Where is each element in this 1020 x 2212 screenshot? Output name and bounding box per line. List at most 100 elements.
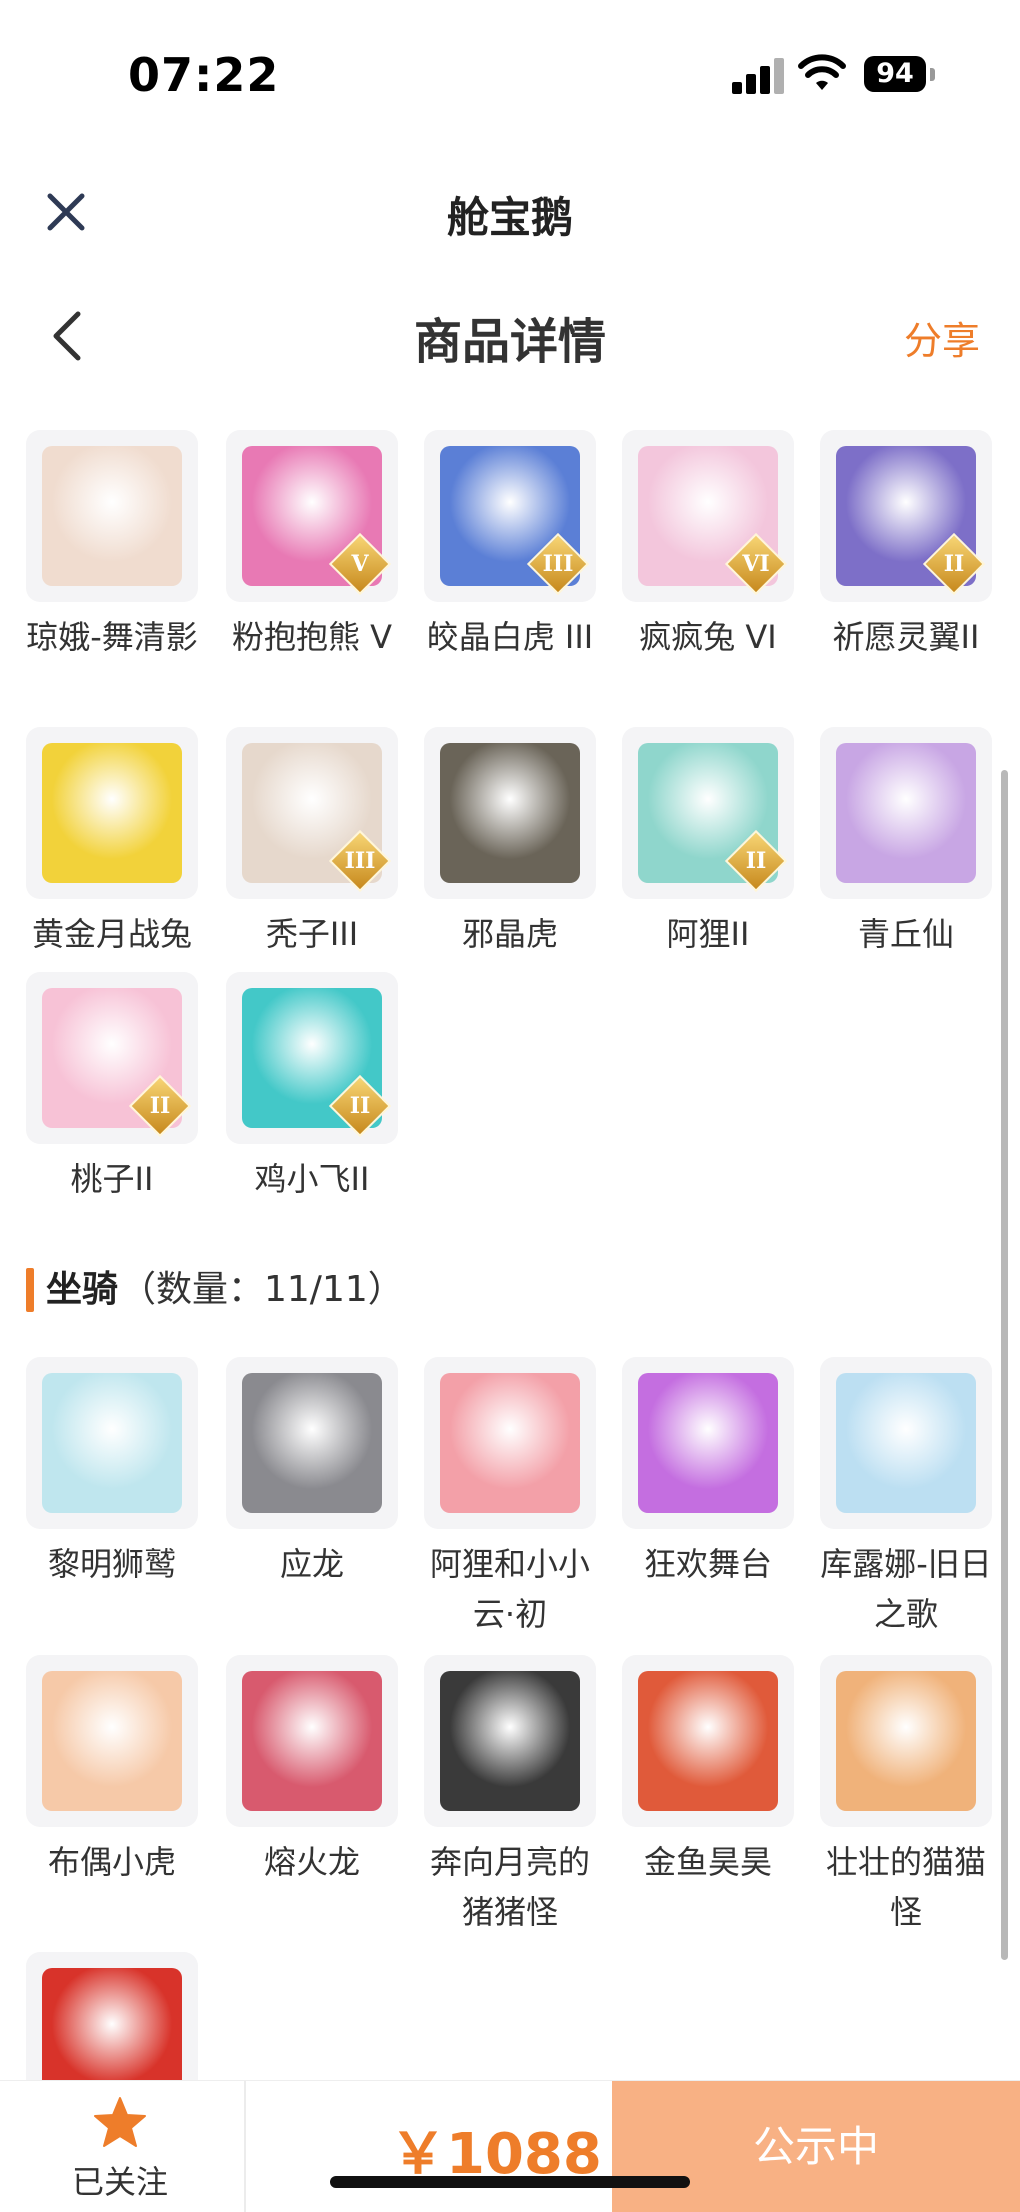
mount-item[interactable]: 奔向月亮的猪猪怪 <box>424 1655 596 1937</box>
section-count: （数量：11/11） <box>120 1269 404 1310</box>
mount-image <box>42 1373 182 1513</box>
pet-thumbnail: II <box>26 972 198 1144</box>
pet-image <box>440 743 580 883</box>
pet-thumbnail <box>26 727 198 899</box>
follow-label: 已关注 <box>71 2163 168 2201</box>
pet-thumbnail <box>26 430 198 602</box>
mount-item[interactable]: 熔火龙 <box>226 1655 398 1887</box>
bottom-action-bar: 已关注 ￥1088 公示中 <box>0 2080 1020 2212</box>
pet-item[interactable]: III 秃子III <box>226 727 398 959</box>
mount-image <box>440 1373 580 1513</box>
mount-item[interactable]: 应龙 <box>226 1357 398 1589</box>
pet-name: 琼娥-舞清影 <box>26 618 198 656</box>
publicity-status-button[interactable]: 公示中 <box>612 2081 1020 2212</box>
mount-name: 阿狸和小小云·初 <box>429 1545 590 1633</box>
pet-name: 疯疯兔 VI <box>639 618 777 656</box>
page-title: 商品详情 <box>413 314 606 370</box>
mount-image <box>638 1671 778 1811</box>
pet-item[interactable]: II 桃子II <box>26 972 198 1204</box>
pet-item[interactable]: 邪晶虎 <box>424 727 596 959</box>
mount-name: 熔火龙 <box>263 1843 360 1881</box>
mount-name: 库露娜-旧日之歌 <box>820 1545 992 1633</box>
mount-name: 应龙 <box>279 1545 344 1583</box>
pet-name: 阿狸II <box>666 915 750 953</box>
follow-button[interactable]: 已关注 <box>40 2081 200 2212</box>
pet-item[interactable]: 黄金月战兔 <box>26 727 198 959</box>
pet-item[interactable]: 青丘仙 <box>820 727 992 959</box>
share-button[interactable]: 分享 <box>904 310 980 365</box>
mount-item[interactable]: 金鱼昊昊 <box>622 1655 794 1887</box>
mount-thumbnail <box>622 1357 794 1529</box>
pet-item[interactable]: V 粉抱抱熊 V <box>226 430 398 662</box>
pet-thumbnail: III <box>226 727 398 899</box>
divider <box>244 2081 246 2212</box>
mount-item[interactable]: 黎明狮鹫 <box>26 1357 198 1589</box>
pet-thumbnail: II <box>820 430 992 602</box>
mount-thumbnail <box>424 1357 596 1529</box>
mount-image <box>836 1671 976 1811</box>
pet-thumbnail <box>820 727 992 899</box>
pet-image <box>42 743 182 883</box>
section-accent-bar <box>26 1268 34 1312</box>
pet-thumbnail: II <box>622 727 794 899</box>
level-badge-text: VI <box>742 551 770 577</box>
level-badge-text: II <box>349 1093 371 1119</box>
pet-item[interactable]: II 鸡小飞II <box>226 972 398 1204</box>
pet-image <box>42 446 182 586</box>
section-title: 坐骑 <box>46 1269 119 1310</box>
mount-thumbnail <box>424 1655 596 1827</box>
battery-tip <box>930 68 935 81</box>
scrollbar[interactable] <box>1001 770 1008 1960</box>
mount-item[interactable]: 库露娜-旧日之歌 <box>820 1357 992 1639</box>
status-bar: 07:22 94 <box>0 0 1020 130</box>
signal-icon <box>732 58 784 94</box>
mount-name: 狂欢舞台 <box>643 1545 772 1583</box>
pet-image <box>836 743 976 883</box>
mini-program-title: 舱宝鹅 <box>446 193 573 242</box>
pet-name: 青丘仙 <box>857 915 954 953</box>
mount-thumbnail <box>226 1655 398 1827</box>
pet-name: 桃子II <box>70 1160 154 1198</box>
mount-image <box>836 1373 976 1513</box>
mount-item[interactable]: 阿狸和小小云·初 <box>424 1357 596 1639</box>
mount-image <box>242 1671 382 1811</box>
mount-thumbnail <box>26 1655 198 1827</box>
status-time: 07:22 <box>128 48 280 102</box>
mount-item[interactable]: 布偶小虎 <box>26 1655 198 1887</box>
pet-name: 鸡小飞II <box>254 1160 370 1198</box>
mount-name: 奔向月亮的猪猪怪 <box>429 1843 590 1931</box>
pet-thumbnail <box>424 727 596 899</box>
pet-item[interactable]: VI 疯疯兔 VI <box>622 430 794 662</box>
mount-thumbnail <box>820 1655 992 1827</box>
level-badge-text: II <box>943 551 965 577</box>
pet-name: 邪晶虎 <box>461 915 558 953</box>
mount-item[interactable]: 狂欢舞台 <box>622 1357 794 1589</box>
star-icon <box>94 2097 146 2147</box>
mount-image <box>638 1373 778 1513</box>
mount-name: 黎明狮鹫 <box>47 1545 176 1583</box>
level-badge-text: III <box>542 551 574 577</box>
pet-item[interactable]: II 阿狸II <box>622 727 794 959</box>
nav-bar: 商品详情 分享 <box>0 280 1020 390</box>
pet-name: 皎晶白虎 III <box>426 618 594 656</box>
mount-image <box>440 1671 580 1811</box>
home-indicator <box>330 2176 690 2188</box>
level-badge-text: II <box>745 848 767 874</box>
level-badge-text: II <box>149 1093 171 1119</box>
mount-thumbnail <box>226 1357 398 1529</box>
pet-item[interactable]: 琼娥-舞清影 <box>26 430 198 662</box>
mount-name: 壮壮的猫猫怪 <box>825 1843 986 1931</box>
pet-name: 秃子III <box>265 915 359 953</box>
pet-thumbnail: VI <box>622 430 794 602</box>
pet-thumbnail: V <box>226 430 398 602</box>
wifi-icon <box>798 54 846 90</box>
pet-item[interactable]: II 祈愿灵翼II <box>820 430 992 662</box>
mount-name: 金鱼昊昊 <box>643 1843 772 1881</box>
mount-item[interactable]: 壮壮的猫猫怪 <box>820 1655 992 1937</box>
level-badge-text: V <box>351 551 369 577</box>
level-badge-text: III <box>344 848 376 874</box>
mount-name: 布偶小虎 <box>47 1843 176 1881</box>
pet-item[interactable]: III 皎晶白虎 III <box>424 430 596 662</box>
pet-name: 黄金月战兔 <box>31 915 192 953</box>
mount-thumbnail <box>820 1357 992 1529</box>
